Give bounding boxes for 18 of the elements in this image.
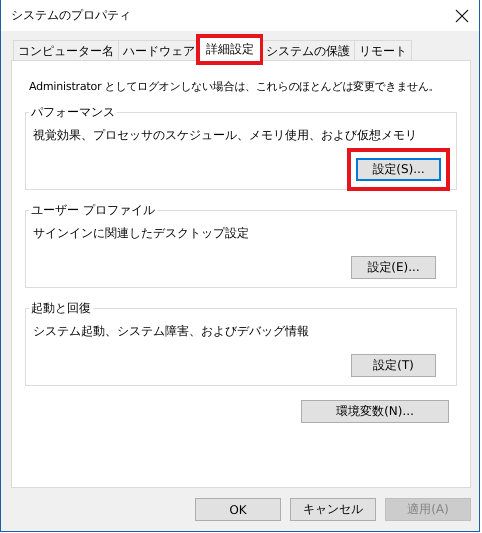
group-title: パフォーマンス <box>30 104 116 121</box>
tab[interactable]: リモート <box>354 40 412 60</box>
close-icon[interactable] <box>455 8 469 22</box>
tab[interactable]: システムの保護 <box>261 40 355 60</box>
dialog-button[interactable]: キャンセル <box>290 498 376 521</box>
notice-text: Administrator としてログオンしない場合は、これらのほとんどは変更できません。 <box>29 79 440 94</box>
environment-variables-button[interactable]: 環境変数(N)... <box>301 400 449 423</box>
group-title: ユーザー プロファイル <box>30 202 156 219</box>
group-description: 視覚効果、プロセッサのスケジュール、メモリ使用、および仮想メモリ <box>33 127 418 144</box>
group-title: 起動と回復 <box>30 300 92 317</box>
window-title: システムのプロパティ <box>11 7 131 24</box>
settings-button[interactable]: 設定(E)... <box>351 256 436 279</box>
group-description: サインインに関連したデスクトップ設定 <box>33 225 250 242</box>
settings-button[interactable]: 設定(S)... <box>356 158 441 181</box>
dialog-button[interactable]: OK <box>195 498 281 521</box>
settings-button[interactable]: 設定(T) <box>351 354 436 377</box>
group-description: システム起動、システム障害、およびデバッグ情報 <box>33 323 310 340</box>
tab[interactable]: コンピューター名 <box>13 40 119 60</box>
